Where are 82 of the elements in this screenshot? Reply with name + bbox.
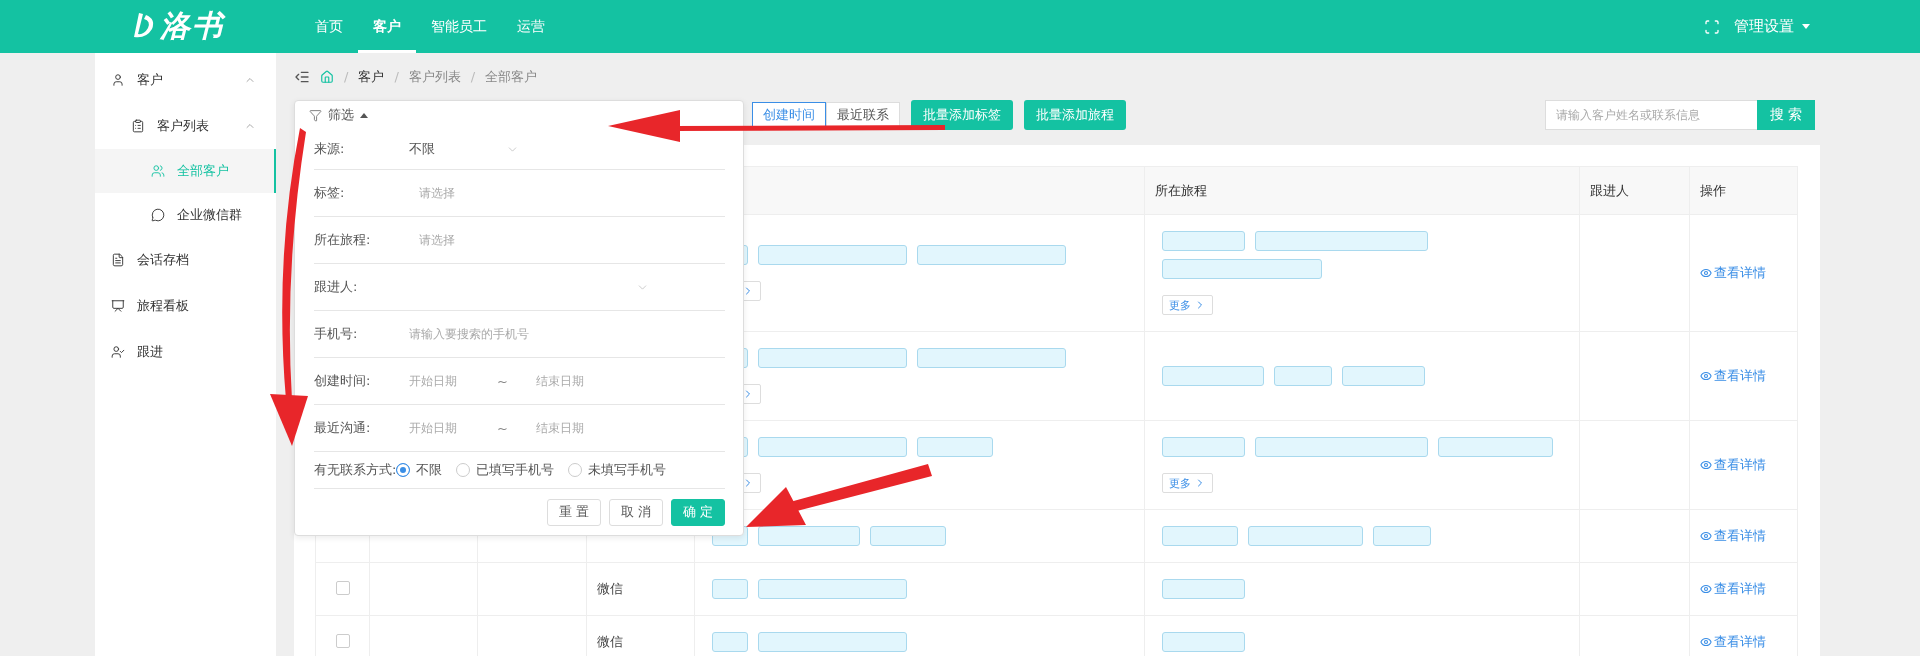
filter-icon: [309, 108, 322, 122]
eye-icon: [1700, 370, 1712, 382]
search-field[interactable]: 请输入客户姓名或联系信息: [1545, 100, 1757, 130]
field-label: 标签:: [314, 184, 346, 202]
select-field[interactable]: 不限: [409, 140, 519, 158]
nav-tab[interactable]: 智能员工: [416, 0, 502, 53]
settings-menu[interactable]: 管理设置: [1734, 17, 1810, 36]
more-button[interactable]: 更多: [1162, 473, 1213, 493]
field-label: 有无联系方式:: [314, 461, 396, 479]
view-details-link[interactable]: 查看详情: [1700, 367, 1766, 385]
radio-label: 未填写手机号: [588, 461, 666, 479]
eye-icon: [1700, 636, 1712, 648]
eye-icon: [1700, 583, 1712, 595]
filter-button[interactable]: 重 置: [546, 498, 601, 526]
sidebar-item[interactable]: 旅程看板: [95, 283, 276, 329]
breadcrumb-separator: /: [470, 69, 476, 84]
tag-chip: [712, 579, 748, 599]
journey-chip: [1373, 526, 1431, 546]
radio-button[interactable]: [456, 463, 470, 477]
menu-item-icon: [151, 164, 165, 178]
menu-item-icon: [131, 119, 145, 133]
sort-tab[interactable]: 最近联系: [826, 102, 900, 128]
field-label: 来源:: [314, 140, 346, 158]
sidebar-item[interactable]: 跟进: [95, 329, 276, 375]
filter-button[interactable]: 取 消: [608, 498, 663, 526]
more-button[interactable]: 更多: [1162, 295, 1213, 315]
radio-label: 已填写手机号: [476, 461, 554, 479]
row-checkbox[interactable]: [336, 580, 350, 595]
radio-option[interactable]: 未填写手机号: [568, 461, 666, 479]
menu-item-icon: [111, 299, 125, 313]
radio-label: 不限: [416, 461, 442, 479]
caret-icon: [360, 112, 368, 118]
radio-option[interactable]: 已填写手机号: [456, 461, 554, 479]
field-label: 最近沟通:: [314, 419, 372, 437]
table-cell: 微信: [597, 581, 623, 596]
batch-button[interactable]: 批量添加标签: [911, 100, 1013, 130]
column-header: 所在旅程: [1155, 182, 1207, 198]
radio-button[interactable]: [396, 463, 410, 477]
radio-button[interactable]: [568, 463, 582, 477]
radio-option[interactable]: 不限: [396, 461, 442, 479]
journey-chip: [1274, 366, 1332, 386]
nav-tab[interactable]: 首页: [300, 0, 358, 53]
sidebar-item[interactable]: 客户列表: [95, 103, 276, 149]
sidebar-item[interactable]: 全部客户: [95, 149, 276, 193]
sidebar-item[interactable]: 客户: [95, 57, 276, 103]
nav-tab[interactable]: 客户: [358, 0, 416, 53]
menu-item-icon: [151, 208, 165, 222]
table-cell: 微信: [597, 634, 623, 649]
logo-text: 洛书: [160, 7, 224, 45]
range-separator: ~: [497, 420, 508, 436]
menu-item-icon: [111, 253, 125, 267]
menu-item-icon: [111, 345, 125, 359]
field-label: 跟进人:: [314, 278, 359, 296]
search-button[interactable]: 搜 索: [1757, 100, 1815, 130]
breadcrumb-link[interactable]: 客户: [358, 67, 385, 86]
breadcrumb-separator: /: [344, 69, 349, 84]
tag-chip: [712, 632, 748, 652]
nav-tab[interactable]: 运营: [502, 0, 560, 53]
filter-toggle[interactable]: 筛选: [328, 106, 354, 124]
field-label: 创建时间:: [314, 372, 372, 390]
sidebar-item[interactable]: 企业微信群: [95, 193, 276, 237]
field-label: 手机号:: [314, 325, 359, 343]
breadcrumb-separator: /: [394, 69, 399, 84]
column-header: 跟进人: [1590, 182, 1629, 198]
sidebar-item[interactable]: 会话存档: [95, 237, 276, 283]
row-checkbox[interactable]: [336, 633, 350, 648]
column-header: 操作: [1700, 182, 1726, 198]
home-icon[interactable]: [320, 69, 334, 84]
eye-icon: [1700, 267, 1712, 279]
range-separator: ~: [497, 373, 508, 389]
fullscreen-icon[interactable]: [1704, 18, 1720, 35]
breadcrumb-link[interactable]: 客户列表: [408, 67, 461, 86]
view-details-link[interactable]: 查看详情: [1700, 264, 1766, 282]
sort-tab[interactable]: 创建时间: [752, 102, 826, 128]
field-label: 所在旅程:: [314, 231, 372, 249]
menu-item-icon: [111, 73, 125, 87]
view-details-link[interactable]: 查看详情: [1700, 456, 1766, 474]
eye-icon: [1700, 530, 1712, 542]
eye-icon: [1700, 459, 1712, 471]
breadcrumb-link[interactable]: 全部客户: [485, 67, 538, 86]
confirm-button[interactable]: 确 定: [670, 498, 725, 526]
batch-button[interactable]: 批量添加旅程: [1024, 100, 1126, 130]
